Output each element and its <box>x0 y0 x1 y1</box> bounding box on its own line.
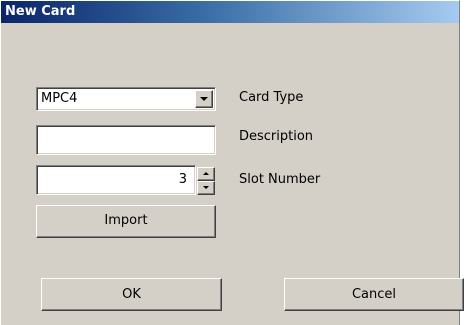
dropdown-button[interactable] <box>195 90 213 108</box>
window-title: New Card <box>5 4 76 19</box>
new-card-dialog: New Card MPC4 Card Type Description 3 Sl… <box>0 0 464 325</box>
ok-button[interactable]: OK <box>41 278 222 311</box>
chevron-down-icon <box>200 97 208 101</box>
spin-down-button[interactable] <box>197 181 215 195</box>
title-bar[interactable]: New Card <box>1 1 459 23</box>
import-button[interactable]: Import <box>36 205 216 238</box>
spin-up-button[interactable] <box>197 167 215 181</box>
card-type-label: Card Type <box>239 90 304 105</box>
slot-number-value: 3 <box>178 172 187 187</box>
slot-number-spinner <box>197 167 215 195</box>
cancel-button[interactable]: Cancel <box>284 278 464 311</box>
arrow-up-icon <box>203 172 209 175</box>
description-field[interactable] <box>36 125 216 155</box>
description-label: Description <box>239 129 314 144</box>
card-type-value: MPC4 <box>41 91 78 106</box>
arrow-down-icon <box>203 186 209 189</box>
card-type-dropdown[interactable]: MPC4 <box>36 87 216 111</box>
slot-number-label: Slot Number <box>239 172 321 187</box>
slot-number-field[interactable]: 3 <box>36 165 196 195</box>
